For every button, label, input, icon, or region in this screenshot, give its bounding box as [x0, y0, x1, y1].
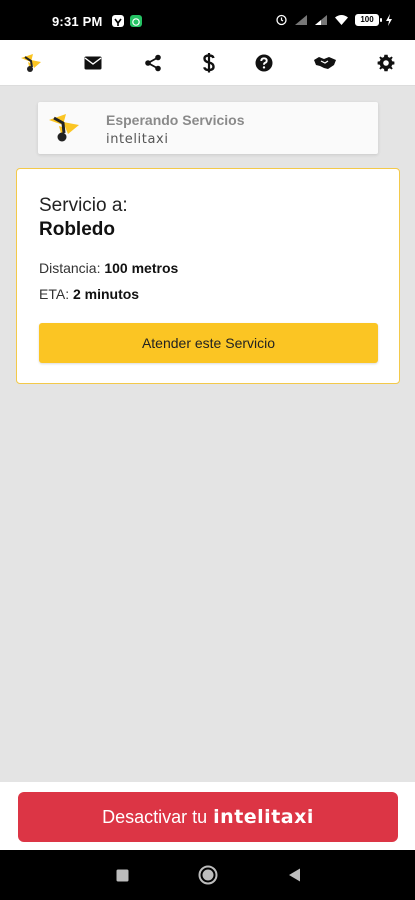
eta-label: ETA:: [39, 286, 70, 302]
service-card: Servicio a: Robledo Distancia: 100 metro…: [16, 168, 400, 384]
status-time: 9:31 PM: [52, 14, 103, 29]
wifi-icon: [335, 14, 348, 25]
recents-icon[interactable]: [110, 864, 134, 886]
distance-row: Distancia: 100 metros: [39, 260, 178, 276]
status-right-group: 100: [275, 13, 393, 26]
top-toolbar: [0, 40, 415, 86]
logo-icon[interactable]: [16, 48, 46, 78]
mail-icon[interactable]: [78, 48, 108, 78]
intelitaxi-logo-icon: [46, 110, 82, 146]
battery-level: 100: [360, 14, 374, 24]
waiting-title: Esperando Servicios: [106, 112, 245, 128]
home-icon[interactable]: [196, 864, 220, 886]
deactivate-brand: intelitaxi: [213, 806, 314, 828]
distance-label: Distancia:: [39, 260, 101, 276]
waiting-header-card: Esperando Servicios intelitaxi: [38, 102, 378, 154]
deactivate-button[interactable]: Desactivar tu intelitaxi: [18, 792, 398, 842]
status-bar: 9:31 PM 100: [0, 0, 415, 40]
brand-name: intelitaxi: [106, 132, 169, 147]
handshake-icon[interactable]: [310, 48, 340, 78]
help-icon[interactable]: [249, 48, 279, 78]
service-destination: Robledo: [39, 219, 115, 240]
eta-row: ETA: 2 minutos: [39, 286, 139, 302]
battery-icon: 100: [355, 13, 382, 26]
gear-icon[interactable]: [371, 48, 401, 78]
service-label: Servicio a:: [39, 195, 128, 216]
back-icon[interactable]: [282, 864, 306, 886]
share-icon[interactable]: [138, 48, 168, 78]
eta-value: 2 minutos: [72, 286, 140, 302]
alarm-icon: [276, 14, 287, 26]
distance-value: 100 metros: [104, 260, 179, 276]
system-nav-bar: [0, 850, 415, 900]
whatsapp-notification-icon: [130, 15, 142, 27]
signal-icon: [295, 14, 307, 25]
bottom-action-area: Desactivar tu intelitaxi: [0, 782, 415, 850]
attend-service-button[interactable]: Atender este Servicio: [39, 323, 378, 363]
deactivate-label: Desactivar tu: [102, 806, 208, 827]
dollar-icon[interactable]: [194, 48, 224, 78]
charging-icon: [386, 13, 392, 26]
app-notification-icon: [112, 15, 124, 27]
signal-icon-2: [315, 14, 327, 25]
